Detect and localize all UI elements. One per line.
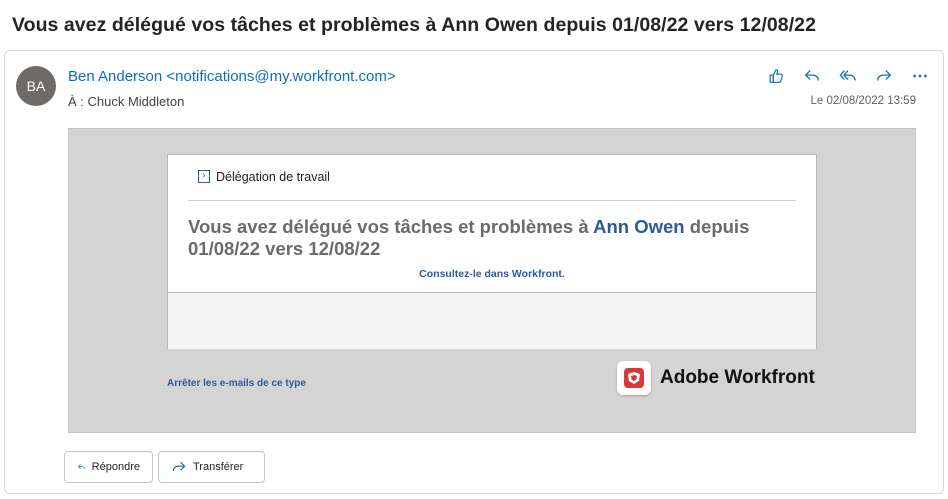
delegation-message: Vous avez délégué vos tâches et problème… — [188, 216, 798, 260]
reply-all-button[interactable] — [830, 64, 866, 88]
message-actions — [758, 64, 938, 88]
like-button[interactable] — [758, 64, 794, 88]
brand-logo: Adobe Workfront — [617, 361, 815, 395]
panel-footer — [168, 292, 816, 349]
reply-label: Répondre — [91, 461, 140, 473]
sender-name[interactable]: Ben Anderson <notifications@my.workfront… — [68, 68, 396, 85]
workfront-logo-icon — [617, 361, 651, 395]
reply-footer-button[interactable]: Répondre — [64, 451, 153, 483]
email-subject: Vous avez délégué vos tâches et problème… — [12, 14, 816, 36]
reply-button[interactable] — [794, 64, 830, 88]
consult-workfront-link[interactable]: Consultez-le dans Workfront. — [168, 268, 816, 280]
forward-icon — [172, 461, 186, 472]
notification-panel: › Délégation de travail Vous avez délégu… — [167, 154, 817, 349]
forward-label: Transférer — [193, 461, 244, 473]
divider — [188, 200, 796, 201]
forward-button[interactable] — [866, 64, 902, 88]
sent-date: Le 02/08/2022 13:59 — [810, 95, 916, 107]
thumbs-up-icon — [769, 69, 783, 83]
more-icon — [913, 74, 927, 78]
reply-icon — [77, 464, 85, 470]
forward-footer-button[interactable]: Transférer — [158, 451, 265, 483]
section-title: Délégation de travail — [216, 170, 330, 184]
message-prefix: Vous avez délégué vos tâches et problème… — [188, 216, 594, 237]
delegate-name-link[interactable]: Ann Owen — [593, 216, 684, 237]
unsubscribe-link[interactable]: Arrêter les e-mails de ce type — [167, 378, 306, 389]
reply-icon — [804, 70, 819, 81]
avatar[interactable]: BA — [16, 66, 56, 106]
reply-all-icon — [839, 70, 856, 81]
chevron-right-icon: › — [198, 170, 210, 183]
more-options-button[interactable] — [902, 64, 938, 88]
recipients: À : Chuck Middleton — [68, 94, 185, 109]
forward-icon — [877, 70, 892, 81]
brand-name: Adobe Workfront — [660, 367, 815, 388]
